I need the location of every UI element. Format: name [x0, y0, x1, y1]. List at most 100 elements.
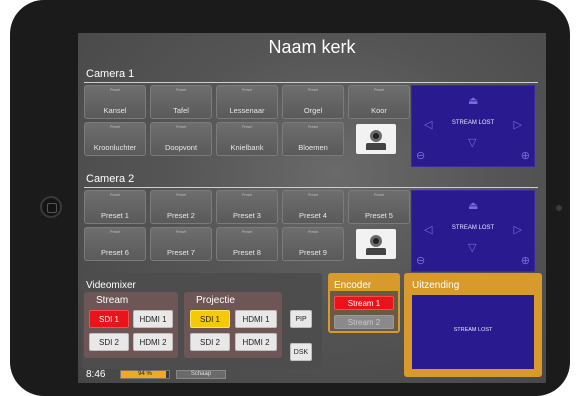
encoder-stream1-button[interactable]: Stream 1: [334, 296, 394, 310]
preset-label: Orgel: [303, 106, 323, 115]
preset-label: Preset 4: [299, 211, 327, 220]
app-screen: Naam kerk Camera 1 Preset Kansel Preset Taf…: [78, 33, 546, 383]
projectie-hdmi2-button[interactable]: HDMI 2: [235, 333, 277, 351]
front-camera: [556, 205, 562, 211]
dsk-button[interactable]: DSK: [290, 343, 312, 361]
preset-label: Bloemen: [298, 143, 328, 152]
preset-caption: Preset: [241, 193, 253, 197]
preset-caption: Preset: [109, 125, 121, 129]
tilt-down-icon[interactable]: ▽: [468, 243, 476, 254]
camera2-preset-button[interactable]: Preset Preset 3: [216, 190, 278, 224]
encoder-stream2-button[interactable]: Stream 2: [334, 315, 394, 329]
encoder-title: Encoder: [334, 280, 372, 291]
preset-label: Preset 5: [365, 211, 393, 220]
preset-caption: Preset: [175, 230, 187, 234]
camera2-divider: [84, 187, 538, 188]
camera1-preset-button[interactable]: Preset Kroonluchter: [84, 122, 146, 156]
camera1-preset-button[interactable]: Preset Bloemen: [282, 122, 344, 156]
camera2-preset-button[interactable]: Preset Preset 6: [84, 227, 146, 261]
preset-caption: Preset: [175, 88, 187, 92]
camera2-preset-button[interactable]: Preset Preset 5: [348, 190, 410, 224]
videomixer-title: Videomixer: [86, 280, 136, 291]
progress-label: 94 %: [138, 371, 152, 377]
preset-label: Preset 2: [167, 211, 195, 220]
camera2-preset-button[interactable]: Preset Preset 4: [282, 190, 344, 224]
camera2-ptz-control[interactable]: ⏏ ◁ ▷ ▽ ⊖ ⊕ STREAM LOST: [411, 190, 535, 272]
tilt-up-icon[interactable]: ⏏: [468, 201, 478, 212]
progress-bar: 94 %: [120, 370, 170, 379]
preset-label: Doopvont: [164, 143, 198, 152]
pip-button[interactable]: PIP: [290, 310, 312, 328]
camera1-label: Camera 1: [86, 68, 135, 80]
preset-label: Preset 8: [233, 248, 261, 257]
home-button[interactable]: [40, 196, 62, 218]
preset-caption: Preset: [109, 193, 121, 197]
preset-label: Koor: [371, 106, 387, 115]
preset-caption: Preset: [241, 125, 253, 129]
camera2-preset-button[interactable]: Preset Preset 2: [150, 190, 212, 224]
projectie-group-label: Projectie: [196, 295, 235, 306]
preset-caption: Preset: [307, 230, 319, 234]
camera1-preset-button[interactable]: Preset Doopvont: [150, 122, 212, 156]
stream-sdi2-button[interactable]: SDI 2: [89, 333, 129, 351]
camera2-preset-button[interactable]: Preset Preset 8: [216, 227, 278, 261]
zoom-out-icon[interactable]: ⊖: [416, 151, 425, 162]
camera2-stream-status: STREAM LOST: [451, 225, 495, 231]
preset-label: Preset 3: [233, 211, 261, 220]
camera1-ptz-control[interactable]: ⏏ ◁ ▷ ▽ ⊖ ⊕ STREAM LOST: [411, 85, 535, 167]
page-title: Naam kerk: [268, 37, 356, 57]
preset-caption: Preset: [307, 88, 319, 92]
preset-caption: Preset: [109, 88, 121, 92]
camera1-preset-button[interactable]: Preset Orgel: [282, 85, 344, 119]
camera1-preset-button[interactable]: Preset Knielbank: [216, 122, 278, 156]
preset-caption: Preset: [373, 193, 385, 197]
camera2-thumbnail[interactable]: [356, 229, 396, 259]
preset-label: Lessenaar: [229, 106, 265, 115]
uitzending-preview: STREAM LOST: [412, 295, 534, 369]
preset-caption: Preset: [373, 88, 385, 92]
camera2-preset-button[interactable]: Preset Preset 9: [282, 227, 344, 261]
stream-hdmi1-button[interactable]: HDMI 1: [133, 310, 173, 328]
preset-caption: Preset: [175, 193, 187, 197]
camera1-preset-button[interactable]: Preset Tafel: [150, 85, 212, 119]
zoom-in-icon[interactable]: ⊕: [521, 151, 530, 162]
camera2-label: Camera 2: [86, 173, 135, 185]
clock: 8:46: [86, 369, 106, 380]
uitzending-stream-status: STREAM LOST: [453, 327, 493, 333]
camera1-stream-status: STREAM LOST: [451, 120, 495, 126]
preset-label: Preset 9: [299, 248, 327, 257]
camera1-preset-button[interactable]: Preset Kansel: [84, 85, 146, 119]
uitzending-title: Uitzending: [412, 280, 460, 291]
preset-label: Preset 6: [101, 248, 129, 257]
zoom-in-icon[interactable]: ⊕: [521, 256, 530, 267]
stream-group-label: Stream: [96, 295, 129, 306]
camera2-preset-button[interactable]: Preset Preset 1: [84, 190, 146, 224]
preset-label: Tafel: [173, 106, 189, 115]
stream-hdmi2-button[interactable]: HDMI 2: [133, 333, 173, 351]
tilt-down-icon[interactable]: ▽: [468, 138, 476, 149]
preset-caption: Preset: [109, 230, 121, 234]
preset-label: Kroonluchter: [93, 143, 137, 152]
camera1-preset-button[interactable]: Preset Lessenaar: [216, 85, 278, 119]
preset-caption: Preset: [241, 230, 253, 234]
zoom-out-icon[interactable]: ⊖: [416, 256, 425, 267]
projectie-sdi2-button[interactable]: SDI 2: [190, 333, 230, 351]
preset-label: Preset 7: [167, 248, 195, 257]
projectie-hdmi1-button[interactable]: HDMI 1: [235, 310, 277, 328]
preset-caption: Preset: [241, 88, 253, 92]
camera2-preset-button[interactable]: Preset Preset 7: [150, 227, 212, 261]
camera1-thumbnail[interactable]: [356, 124, 396, 154]
preset-caption: Preset: [175, 125, 187, 129]
preset-label: Kansel: [103, 106, 127, 115]
tilt-up-icon[interactable]: ⏏: [468, 96, 478, 107]
preset-caption: Preset: [307, 193, 319, 197]
projectie-sdi1-button[interactable]: SDI 1: [190, 310, 230, 328]
preset-label: Knielbank: [230, 143, 264, 152]
camera1-divider: [84, 82, 538, 83]
preset-caption: Preset: [307, 125, 319, 129]
scene-indicator[interactable]: Schaap: [176, 370, 226, 379]
preset-label: Preset 1: [101, 211, 129, 220]
camera1-preset-button[interactable]: Preset Koor: [348, 85, 410, 119]
stream-sdi1-button[interactable]: SDI 1: [89, 310, 129, 328]
tablet-frame: Naam kerk Camera 1 Preset Kansel Preset Taf…: [10, 0, 570, 396]
